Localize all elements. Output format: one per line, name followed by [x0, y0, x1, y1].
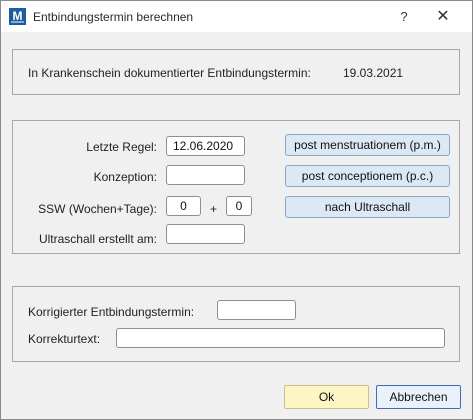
- ok-button[interactable]: Ok: [284, 385, 369, 409]
- calculation-panel: Letzte Regel: 12.06.2020 Konzeption: SSW…: [12, 120, 460, 254]
- korrekturtext-input[interactable]: [116, 328, 445, 348]
- window-title: Entbindungstermin berechnen: [33, 10, 194, 24]
- konzeption-label: Konzeption:: [93, 170, 157, 184]
- post-conceptionem-button[interactable]: post conceptionem (p.c.): [285, 165, 450, 187]
- post-menstruationem-button[interactable]: post menstruationem (p.m.): [285, 134, 450, 156]
- documented-date-panel: In Krankenschein dokumentierter Entbindu…: [12, 49, 460, 95]
- ultraschall-label: Ultraschall erstellt am:: [38, 232, 157, 246]
- korrekturtext-label: Korrekturtext:: [28, 332, 101, 346]
- ssw-plus-sign: +: [210, 202, 218, 216]
- title-bar: M Entbindungstermin berechnen ? ✕: [1, 1, 472, 32]
- nach-ultraschall-button[interactable]: nach Ultraschall: [285, 196, 450, 218]
- korrigierter-termin-label: Korrigierter Entbindungstermin:: [28, 305, 195, 319]
- documented-date-label: In Krankenschein dokumentierter Entbindu…: [28, 66, 311, 80]
- dialog-window: M Entbindungstermin berechnen ? ✕ In Kra…: [0, 0, 473, 420]
- close-icon[interactable]: ✕: [428, 4, 458, 29]
- cancel-button[interactable]: Abbrechen: [376, 385, 461, 409]
- documented-date-value: 19.03.2021: [343, 66, 404, 80]
- ssw-days-input[interactable]: 0: [226, 196, 252, 216]
- help-icon[interactable]: ?: [389, 4, 419, 29]
- correction-panel: Korrigierter Entbindungstermin: Korrektu…: [12, 286, 460, 362]
- letzte-regel-input[interactable]: 12.06.2020: [166, 136, 245, 156]
- letzte-regel-label: Letzte Regel:: [86, 140, 157, 154]
- ultraschall-input[interactable]: [166, 224, 245, 244]
- ssw-label: SSW (Wochen+Tage):: [38, 202, 157, 216]
- korrigierter-termin-input[interactable]: [217, 300, 296, 320]
- konzeption-input[interactable]: [166, 165, 245, 185]
- ssw-weeks-input[interactable]: 0: [166, 196, 201, 216]
- app-icon: M: [9, 8, 26, 25]
